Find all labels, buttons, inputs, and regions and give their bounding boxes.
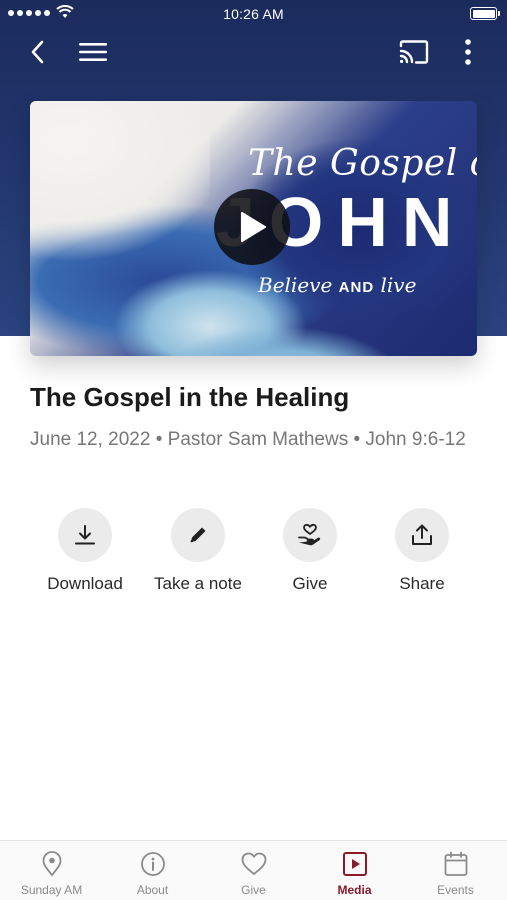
status-bar: 10:26 AM <box>0 0 507 28</box>
more-vertical-icon <box>465 39 471 65</box>
tab-label: Events <box>437 883 474 897</box>
hamburger-icon <box>79 43 107 61</box>
pencil-icon <box>190 527 206 543</box>
heart-icon <box>241 852 266 875</box>
take-note-label: Take a note <box>154 574 242 593</box>
tab-label: Media <box>337 883 372 897</box>
status-time: 10:26 AM <box>223 6 284 22</box>
location-pin-icon <box>42 851 61 876</box>
tab-media[interactable]: Media <box>304 841 405 900</box>
info-icon <box>140 852 165 876</box>
sermon-title: The Gospel in the Healing <box>30 382 350 412</box>
artwork-script-title: The Gospel of <box>248 143 477 184</box>
tab-give[interactable]: Give <box>203 841 304 900</box>
cast-icon <box>399 40 429 64</box>
download-button[interactable]: Download <box>30 508 140 603</box>
action-row: Download Take a note Give Share <box>0 508 507 608</box>
tab-sunday-am[interactable]: Sunday AM <box>1 841 102 900</box>
sermon-artwork: The Gospel of JOHN Believe AND live <box>30 101 477 356</box>
share-icon <box>412 524 432 545</box>
play-button[interactable] <box>214 189 290 265</box>
tab-about[interactable]: About <box>102 841 203 900</box>
download-label: Download <box>47 574 123 593</box>
tab-label: Sunday AM <box>20 883 83 897</box>
top-nav-bar <box>0 32 507 72</box>
chevron-left-icon <box>31 40 44 64</box>
tab-events[interactable]: Events <box>405 841 506 900</box>
share-label: Share <box>399 574 445 593</box>
give-button[interactable]: Give <box>255 508 365 603</box>
media-play-icon <box>342 852 367 876</box>
battery-icon <box>470 7 500 20</box>
bottom-tab-bar: Sunday AM About Give Media Events <box>0 840 507 900</box>
give-label: Give <box>292 574 328 593</box>
take-note-button[interactable]: Take a note <box>143 508 253 603</box>
more-options-button[interactable] <box>448 32 488 72</box>
play-icon <box>241 212 266 242</box>
tab-label: About <box>136 883 169 897</box>
share-button[interactable]: Share <box>367 508 477 603</box>
give-hand-heart-icon <box>298 523 321 546</box>
back-button[interactable] <box>18 32 58 72</box>
download-icon <box>75 525 95 545</box>
tab-label: Give <box>241 883 266 897</box>
menu-button[interactable] <box>73 32 113 72</box>
cast-button[interactable] <box>394 32 434 72</box>
sermon-meta: June 12, 2022 • Pastor Sam Mathews • Joh… <box>30 429 466 450</box>
calendar-icon <box>444 851 467 876</box>
artwork-tagline: Believe AND live <box>258 273 417 297</box>
